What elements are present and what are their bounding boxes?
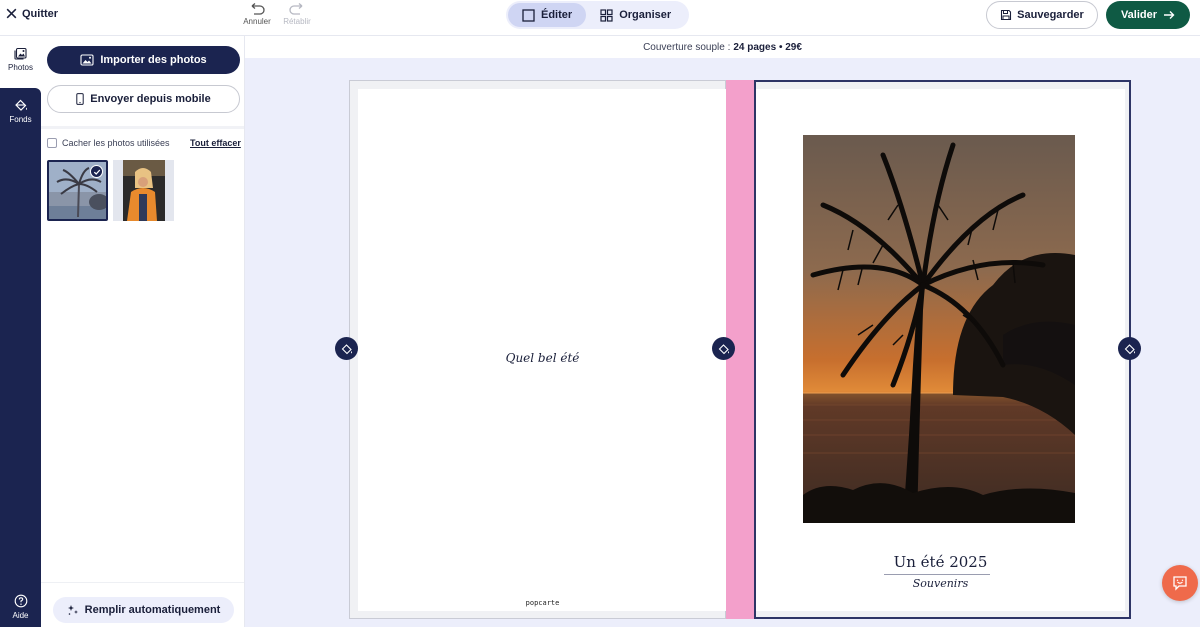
tab-organize[interactable]: Organiser bbox=[586, 3, 685, 27]
title-divider bbox=[884, 574, 990, 575]
clear-all-link[interactable]: Tout effacer bbox=[190, 138, 241, 148]
panel-divider bbox=[41, 126, 244, 129]
undo-icon bbox=[251, 3, 265, 15]
autofill-area: Remplir automatiquement bbox=[41, 582, 244, 627]
product-info-details: 24 pages • 29€ bbox=[733, 41, 802, 53]
product-info-bar: Couverture souple : 24 pages • 29€ bbox=[245, 36, 1200, 58]
selected-check-icon bbox=[90, 165, 103, 178]
front-cover-content: Un été 2025 Souvenirs bbox=[756, 89, 1125, 611]
cover-title[interactable]: Un été 2025 bbox=[756, 553, 1125, 571]
paint-bucket-icon bbox=[1124, 343, 1135, 354]
person-photo-thumbnail bbox=[113, 160, 174, 221]
import-photos-button[interactable]: Importer des photos bbox=[47, 46, 240, 74]
redo-icon bbox=[289, 3, 303, 15]
chat-support-button[interactable] bbox=[1162, 565, 1198, 601]
undo-button[interactable]: Annuler bbox=[240, 3, 274, 26]
rail-backgrounds-label: Fonds bbox=[9, 115, 32, 124]
cover-subtitle[interactable]: Souvenirs bbox=[756, 577, 1125, 590]
arrow-right-icon bbox=[1164, 11, 1175, 19]
autofill-label: Remplir automatiquement bbox=[84, 604, 221, 616]
rail-help-label: Aide bbox=[12, 611, 29, 620]
front-cover-page[interactable]: Un été 2025 Souvenirs bbox=[754, 80, 1131, 619]
back-cover-text[interactable]: Quel bel été bbox=[358, 351, 727, 365]
photos-icon bbox=[13, 47, 27, 60]
floppy-icon bbox=[1001, 9, 1012, 21]
paint-bucket-icon bbox=[718, 343, 729, 354]
validate-label: Valider bbox=[1120, 9, 1158, 21]
validate-button[interactable]: Valider bbox=[1106, 1, 1190, 29]
back-cover-content: Quel bel été popcarte bbox=[358, 89, 727, 611]
quit-button[interactable]: Quitter bbox=[5, 7, 58, 20]
redo-button[interactable]: Rétablir bbox=[280, 3, 314, 26]
import-photos-label: Importer des photos bbox=[100, 54, 207, 66]
close-icon bbox=[6, 8, 17, 19]
paint-bucket-icon bbox=[14, 99, 27, 111]
rail-photos-label: Photos bbox=[8, 63, 33, 72]
brand-logo: popcarte bbox=[525, 599, 560, 607]
square-icon bbox=[522, 8, 535, 22]
photo-thumbnail[interactable] bbox=[113, 160, 174, 221]
rail-item-backgrounds[interactable]: Fonds bbox=[0, 98, 41, 124]
palm-sunset-photo bbox=[803, 135, 1075, 523]
rail-item-photos[interactable]: Photos bbox=[0, 46, 41, 72]
product-info-prefix: Couverture souple : bbox=[643, 41, 731, 53]
photos-panel: Importer des photos Envoyer depuis mobil… bbox=[41, 36, 245, 627]
front-cover-background-handle[interactable] bbox=[1118, 337, 1141, 360]
spine-background-handle[interactable] bbox=[712, 337, 735, 360]
image-upload-icon bbox=[80, 54, 94, 66]
cover-photo[interactable] bbox=[803, 135, 1075, 523]
paint-bucket-icon bbox=[341, 343, 352, 354]
editor-workspace: Couverture souple : 24 pages • 29€ Quel … bbox=[245, 36, 1200, 627]
left-rail-dark bbox=[0, 88, 41, 627]
back-cover-background-handle[interactable] bbox=[335, 337, 358, 360]
photo-thumbnail[interactable] bbox=[47, 160, 108, 221]
redo-label: Rétablir bbox=[283, 17, 311, 26]
hide-used-photos-toggle[interactable]: Cacher les photos utilisées bbox=[47, 138, 170, 148]
save-label: Sauvegarder bbox=[1017, 9, 1084, 21]
tab-edit-label: Éditer bbox=[541, 9, 573, 21]
rail-item-help[interactable]: Aide bbox=[0, 594, 41, 620]
sparkles-icon bbox=[67, 605, 78, 615]
back-cover-page[interactable]: Quel bel été popcarte bbox=[349, 80, 727, 619]
hide-used-checkbox[interactable] bbox=[47, 138, 57, 148]
quit-label: Quitter bbox=[22, 7, 59, 20]
send-from-mobile-label: Envoyer depuis mobile bbox=[90, 93, 211, 105]
tab-edit[interactable]: Éditer bbox=[508, 3, 587, 27]
help-icon bbox=[14, 594, 27, 608]
top-toolbar: Quitter Annuler Rétablir Éditer Organise… bbox=[0, 0, 1200, 36]
smartphone-icon bbox=[76, 93, 84, 105]
save-button[interactable]: Sauvegarder bbox=[986, 1, 1098, 29]
undo-label: Annuler bbox=[243, 17, 271, 26]
hide-used-label: Cacher les photos utilisées bbox=[62, 138, 170, 148]
send-from-mobile-button[interactable]: Envoyer depuis mobile bbox=[47, 85, 240, 113]
autofill-button[interactable]: Remplir automatiquement bbox=[53, 597, 234, 623]
grid-icon bbox=[600, 8, 613, 22]
chat-icon bbox=[1173, 576, 1187, 591]
tab-organize-label: Organiser bbox=[619, 9, 672, 21]
mode-switch: Éditer Organiser bbox=[506, 1, 689, 29]
